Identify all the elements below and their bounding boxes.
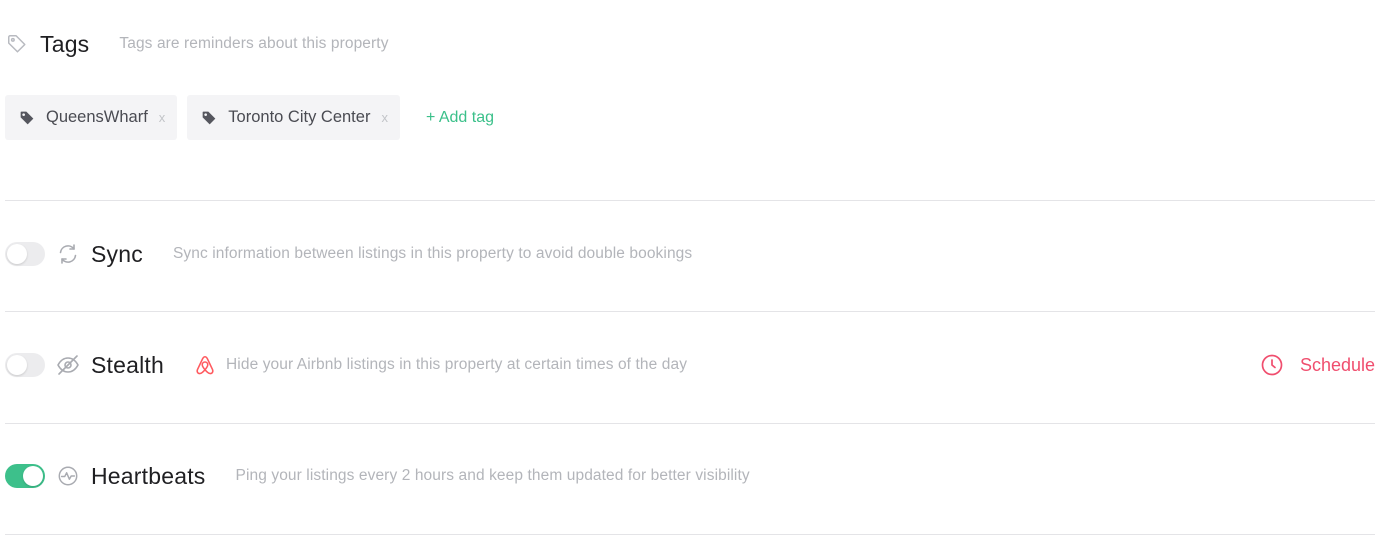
schedule-button[interactable]: Schedule [1260, 350, 1375, 380]
sync-description: Sync information between listings in thi… [172, 245, 693, 262]
tag-label: QueensWharf [46, 108, 148, 126]
toggle-knob [23, 466, 43, 486]
toggle-knob [7, 244, 27, 264]
tags-title: Tags [40, 30, 90, 57]
tag-icon [19, 110, 35, 126]
tags-list: QueensWharf x Toronto City Center x + Ad… [5, 95, 494, 140]
heartbeats-row: Heartbeats Ping your listings every 2 ho… [5, 461, 1377, 491]
toggle-knob [7, 355, 27, 375]
stealth-description: Hide your Airbnb listings in this proper… [226, 356, 688, 373]
remove-tag-button[interactable]: x [381, 110, 388, 125]
property-settings-page: Tags Tags are reminders about this prope… [0, 0, 1383, 535]
divider [5, 200, 1375, 201]
tags-description: Tags are reminders about this property [119, 35, 389, 52]
heartbeats-description: Ping your listings every 2 hours and kee… [235, 467, 750, 484]
stealth-row: Stealth Hide your Airbnb listings in thi… [5, 350, 1377, 380]
remove-tag-button[interactable]: x [159, 110, 166, 125]
sync-row: Sync Sync information between listings i… [5, 239, 1377, 269]
stealth-title: Stealth [91, 351, 165, 378]
tag-chip-toronto-city-center[interactable]: Toronto City Center x [187, 95, 400, 140]
schedule-label: Schedule [1299, 354, 1375, 375]
tag-chip-queenswharf[interactable]: QueensWharf x [5, 95, 178, 140]
sync-title: Sync [91, 240, 143, 267]
sync-toggle[interactable] [5, 242, 45, 266]
divider [5, 423, 1375, 424]
clock-icon [1260, 353, 1284, 377]
stealth-toggle[interactable] [5, 353, 45, 377]
tags-header: Tags Tags are reminders about this prope… [6, 28, 389, 60]
heartbeat-icon [56, 464, 80, 488]
heartbeats-toggle[interactable] [5, 464, 45, 488]
eye-slash-icon [56, 353, 80, 377]
tag-label: Toronto City Center [228, 108, 371, 126]
divider [5, 311, 1375, 312]
tag-icon [201, 110, 217, 126]
add-tag-button[interactable]: + Add tag [426, 109, 494, 127]
airbnb-icon [194, 354, 216, 376]
sync-icon [56, 242, 80, 266]
tag-outline-icon [6, 33, 28, 55]
heartbeats-title: Heartbeats [91, 462, 206, 489]
